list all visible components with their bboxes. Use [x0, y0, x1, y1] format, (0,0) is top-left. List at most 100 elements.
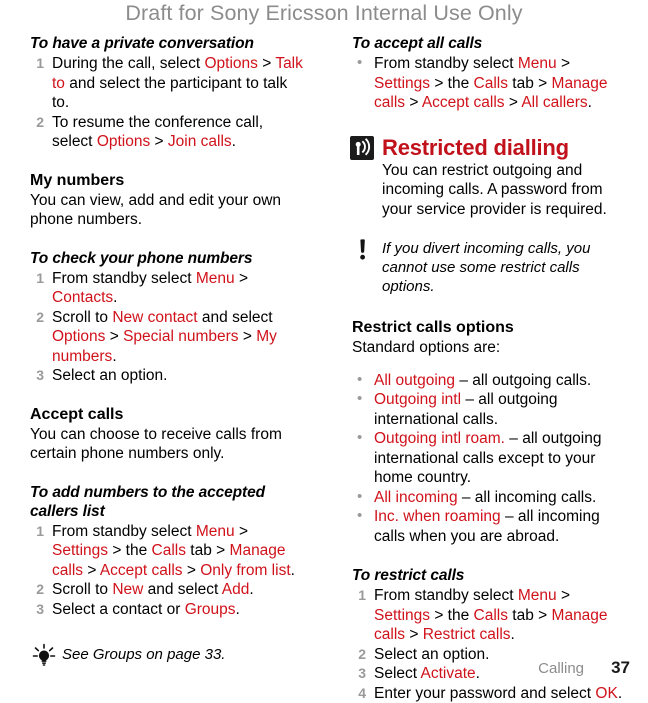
ui-path-token: Options — [97, 133, 150, 150]
ui-path-token: Add — [222, 581, 250, 598]
ui-path-token: Settings — [374, 607, 430, 624]
instruction-text: From standby select — [374, 55, 518, 72]
instruction-text: > — [235, 523, 248, 540]
ui-path-token: OK — [595, 685, 617, 702]
instruction-text: and select the participant to talk to. — [52, 75, 287, 112]
instruction-text: > — [557, 55, 570, 72]
instruction-text: > — [557, 587, 570, 604]
instruction-text: Select an option. — [52, 367, 167, 384]
steps-add-numbers: From standby select Menu > Settings > th… — [30, 522, 306, 620]
instruction-text: . — [476, 665, 480, 682]
heading-my-numbers: My numbers — [30, 171, 306, 191]
instruction-text: > the — [108, 542, 152, 559]
instruction-text: . — [249, 581, 253, 598]
steps-check-phone-numbers: From standby select Menu > Contacts.Scro… — [30, 269, 306, 386]
heading-to-restrict-calls: To restrict calls — [352, 566, 630, 585]
list-item: From standby select Menu > Settings > th… — [352, 54, 630, 113]
instruction-text: > — [258, 55, 275, 72]
instruction-text: > — [150, 133, 168, 150]
instruction-text: tab > — [186, 542, 230, 559]
instruction-text: Enter your password and select — [374, 685, 595, 702]
heading-check-phone-numbers: To check your phone numbers — [30, 249, 306, 268]
instruction-text: > — [505, 94, 522, 111]
instruction-text: Select — [374, 665, 421, 682]
heading-restrict-calls-options: Restrict calls options — [352, 318, 630, 338]
instruction-text: . — [291, 562, 295, 579]
ui-path-token: Calls — [474, 607, 508, 624]
chapter-title: Restricted dialling — [382, 135, 630, 161]
instruction-text: > — [105, 328, 123, 345]
heading-accept-calls: Accept calls — [30, 405, 306, 425]
ui-path-token: Menu — [518, 587, 557, 604]
list-item: Scroll to New and select Add. — [30, 580, 306, 600]
spacer — [352, 296, 630, 318]
ui-path-token: New — [112, 581, 143, 598]
ui-path-token: Calls — [152, 542, 186, 559]
exclamation-icon — [354, 239, 374, 261]
footer-page-number: 37 — [606, 658, 630, 678]
chapter-heading-restricted-dialling: Restricted dialling — [352, 135, 630, 161]
text-standard-options-intro: Standard options are: — [352, 338, 630, 358]
instruction-text: . — [618, 685, 622, 702]
instruction-text: . — [236, 601, 240, 618]
ui-path-token: Menu — [196, 270, 235, 287]
ui-path-token: Settings — [52, 542, 108, 559]
footer-chapter-name: Calling — [538, 660, 584, 677]
instruction-text: Select an option. — [374, 646, 489, 663]
instruction-text: and select — [143, 581, 221, 598]
note-block-divert-calls: If you divert incoming calls, you cannot… — [352, 239, 630, 296]
tip-text: See Groups on page 33. — [62, 646, 225, 663]
ui-path-token: Inc. when roaming — [374, 508, 501, 525]
ui-path-token: All outgoing — [374, 372, 455, 389]
text-restricted-dialling: You can restrict outgoing and incoming c… — [352, 161, 630, 220]
ui-path-token: Outgoing intl — [374, 391, 461, 408]
list-item: Select a contact or Groups. — [30, 600, 306, 620]
ui-path-token: Join calls — [168, 133, 232, 150]
instruction-text: From standby select — [52, 270, 196, 287]
heading-accept-all-calls: To accept all calls — [352, 34, 630, 53]
list-item: All incoming – all incoming calls. — [352, 488, 630, 508]
ui-path-token: All callers — [521, 94, 587, 111]
instruction-text: and select — [198, 309, 273, 326]
draft-watermark-banner: Draft for Sony Ericsson Internal Use Onl… — [0, 0, 648, 26]
lightbulb-icon — [30, 643, 58, 667]
list-item: From standby select Menu > Settings > th… — [30, 522, 306, 581]
ui-path-token: Restrict calls — [423, 626, 511, 643]
instruction-text: > — [239, 328, 257, 345]
steps-to-restrict-calls: From standby select Menu > Settings > th… — [352, 586, 630, 703]
note-text: If you divert incoming calls, you cannot… — [382, 240, 590, 295]
instruction-text: Scroll to — [52, 309, 112, 326]
instruction-text: tab > — [508, 75, 552, 92]
two-column-body: To have a private conversation During th… — [0, 34, 648, 703]
instruction-text: From standby select — [374, 587, 518, 604]
text-accept-calls: You can choose to receive calls from cer… — [30, 425, 306, 464]
ui-path-token: Options — [52, 328, 105, 345]
ui-path-token: Only from list — [200, 562, 290, 579]
ui-path-token: Menu — [196, 523, 235, 540]
list-item: To resume the conference call, select Op… — [30, 113, 306, 152]
instruction-text: . — [112, 348, 116, 365]
list-item: Scroll to New contact and select Options… — [30, 308, 306, 367]
list-item: Inc. when roaming – all incoming calls w… — [352, 507, 630, 546]
ui-path-token: Groups — [185, 601, 236, 618]
instruction-text: > — [405, 94, 422, 111]
text-my-numbers: You can view, add and edit your own phon… — [30, 191, 306, 230]
ui-path-token: Accept calls — [100, 562, 183, 579]
instruction-text: > — [183, 562, 201, 579]
spacer — [30, 230, 306, 249]
bullets-restrict-calls-options: All outgoing – all outgoing calls.Outgoi… — [352, 371, 630, 547]
instruction-text: > — [235, 270, 248, 287]
list-item: From standby select Menu > Settings > th… — [352, 586, 630, 645]
list-item: All outgoing – all outgoing calls. — [352, 371, 630, 391]
list-item: Outgoing intl roam. – all outgoing inter… — [352, 429, 630, 488]
instruction-text: Select a contact or — [52, 601, 185, 618]
instruction-text: . — [511, 626, 515, 643]
instruction-text: tab > — [508, 607, 552, 624]
page-footer: Calling 37 — [538, 658, 630, 678]
ui-path-token: Activate — [421, 665, 476, 682]
instruction-text: – all outgoing calls. — [455, 372, 591, 389]
ui-path-token: Calls — [474, 75, 508, 92]
instruction-text: > — [405, 626, 423, 643]
instruction-text: During the call, select — [52, 55, 205, 72]
instruction-text: From standby select — [52, 523, 196, 540]
